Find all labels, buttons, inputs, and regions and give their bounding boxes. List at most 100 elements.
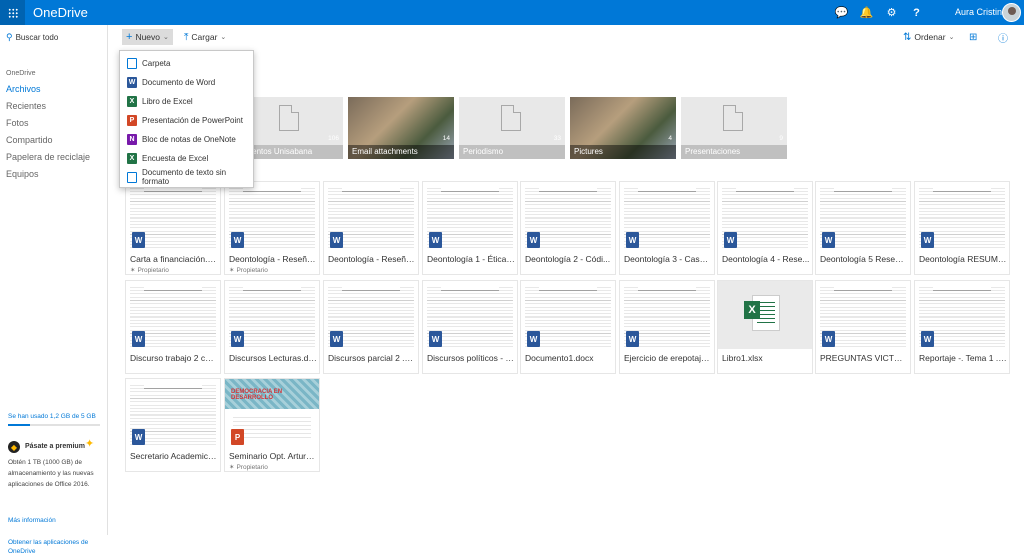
thumbnail-title: DEMOCRACIA EN DESARROLLO [231, 389, 283, 401]
folder-count: 4 [668, 135, 672, 142]
chevron-down-icon: ⌄ [948, 34, 955, 41]
file-name[interactable]: Secretario Academico ... [130, 451, 218, 461]
file-tile[interactable]: W Deontología 3 - Caso ... [619, 181, 715, 275]
menu-item-word[interactable]: W Documento de Word [120, 73, 253, 91]
avatar[interactable] [1002, 3, 1021, 22]
command-bar: + Nuevo ⌄ ⤒ Cargar ⌄ ⇅ Ordenar ⌄ ⊞ ⓘ [109, 25, 1024, 47]
premium-more-link[interactable]: Más información [8, 517, 56, 524]
word-icon: W [626, 232, 639, 248]
file-name[interactable]: PREGUNTAS VICTORI... [820, 353, 908, 363]
word-icon: W [330, 232, 343, 248]
word-icon: W [132, 429, 145, 445]
word-icon: W [330, 331, 343, 347]
sidebar-item-papelera[interactable]: Papelera de reciclaje [6, 152, 90, 162]
get-apps-link[interactable]: Obtener las aplicaciones de OneDrive [8, 538, 106, 556]
folder-count: 9 [779, 135, 783, 142]
file-tile[interactable]: W Deontología 2 - Códi... [520, 181, 616, 275]
file-tile[interactable]: W Carta a financiación.d... ✶ Propietario [125, 181, 221, 275]
storage-quota-bar [8, 424, 100, 426]
file-tile[interactable]: W Secretario Academico ... [125, 378, 221, 472]
owner-text: Propietario [137, 266, 169, 274]
new-dropdown-menu: Carpeta W Documento de Word X Libro de Excel… [119, 50, 254, 188]
chat-icon[interactable]: 💬 [829, 0, 854, 25]
sidebar-item-compartido[interactable]: Compartido [6, 135, 53, 145]
sidebar-item-equipos[interactable]: Equipos [6, 169, 39, 179]
search-box[interactable]: ⚲ Buscar todo [6, 32, 58, 43]
gear-icon[interactable]: ⚙ [879, 0, 904, 25]
folder-tile[interactable]: 33 Periodismo [459, 97, 565, 159]
file-tile[interactable]: W Deontología 5 Reseña... [815, 181, 911, 275]
file-tile[interactable]: W Discursos Lecturas.docx [224, 280, 320, 374]
file-name[interactable]: Reportaje -. Tema 1 .d... [919, 353, 1007, 363]
storage-quota-fill [8, 424, 31, 426]
menu-item-excel[interactable]: X Libro de Excel [120, 92, 253, 110]
file-tile[interactable]: W Discursos políticos - P... [422, 280, 518, 374]
file-name[interactable]: Deontología 3 - Caso ... [624, 254, 712, 264]
file-tile[interactable]: W Deontología 1 - Ética ... [422, 181, 518, 275]
owner-icon: ✶ [229, 464, 235, 471]
file-name[interactable]: Deontología 2 - Códi... [525, 254, 613, 264]
help-icon[interactable]: ? [904, 0, 929, 25]
excel-survey-icon: X [127, 152, 137, 164]
upload-button[interactable]: ⤒ Cargar ⌄ [180, 29, 230, 45]
file-tile[interactable]: W Deontología RESUME... [914, 181, 1010, 275]
file-name[interactable]: Deontología - Reseña... [229, 254, 317, 264]
owner-label: ✶ Propietario [229, 266, 268, 275]
word-icon: W [822, 232, 835, 248]
file-name[interactable]: Carta a financiación.d... [130, 254, 218, 264]
file-tile[interactable]: X Libro1.xlsx [717, 280, 813, 374]
bell-icon[interactable]: 🔔 [854, 0, 879, 25]
app-title[interactable]: OneDrive [33, 5, 88, 20]
file-tile[interactable]: DEMOCRACIA EN DESARROLLO P Seminario Opt. … [224, 378, 320, 472]
file-name[interactable]: Discursos parcial 2 .d... [328, 353, 416, 363]
file-tile[interactable]: W Deontología - Reseña... ✶ Propietario [224, 181, 320, 275]
file-tile[interactable]: W Ejercicio de erepotaje... [619, 280, 715, 374]
sidebar-item-archivos[interactable]: Archivos [6, 84, 41, 94]
user-name[interactable]: Aura Cristina [955, 7, 1007, 17]
folder-icon [501, 104, 522, 131]
app-launcher-icon[interactable] [0, 0, 25, 25]
file-name[interactable]: Discursos Lecturas.docx [229, 353, 317, 363]
menu-item-onenote[interactable]: N Bloc de notas de OneNote [120, 130, 253, 148]
file-tile[interactable]: W Discursos parcial 2 .d... [323, 280, 419, 374]
premium-title[interactable]: Pásate a premium [25, 443, 85, 450]
file-tile[interactable]: W Documento1.docx [520, 280, 616, 374]
word-icon: W [626, 331, 639, 347]
folder-tile[interactable]: 4 Pictures [570, 97, 676, 159]
file-name[interactable]: Seminario Opt. Arturo... [229, 451, 317, 461]
menu-item-folder-outline[interactable]: Carpeta [120, 54, 253, 72]
word-icon: W [527, 331, 540, 347]
file-name[interactable]: Documento1.docx [525, 353, 613, 363]
sidebar-item-recientes[interactable]: Recientes [6, 101, 46, 111]
menu-item-excel-survey[interactable]: X Encuesta de Excel [120, 149, 253, 167]
folder-count: 106 [328, 135, 339, 142]
file-tile[interactable]: W Discurso trabajo 2 cor... [125, 280, 221, 374]
file-name[interactable]: Deontología 1 - Ética ... [427, 254, 515, 264]
info-icon[interactable]: ⓘ [994, 29, 1012, 45]
word-icon: W [921, 232, 934, 248]
new-button[interactable]: + Nuevo ⌄ [122, 29, 173, 45]
menu-item-text-file[interactable]: Documento de texto sin formato [120, 168, 253, 186]
sort-button[interactable]: ⇅ Ordenar ⌄ [899, 29, 958, 45]
storage-quota-text[interactable]: Se han usado 1,2 GB de 5 GB [8, 413, 96, 420]
file-name[interactable]: Deontología - Reseña... [328, 254, 416, 264]
file-name[interactable]: Discursos políticos - P... [427, 353, 515, 363]
file-name[interactable]: Libro1.xlsx [722, 353, 810, 363]
file-name[interactable]: Deontología 5 Reseña... [820, 254, 908, 264]
tile-view-icon[interactable]: ⊞ [965, 29, 981, 45]
file-tile[interactable]: W Deontología 4 - Rese... [717, 181, 813, 275]
file-name[interactable]: Deontología RESUME... [919, 254, 1007, 264]
file-tile[interactable]: W PREGUNTAS VICTORI... [815, 280, 911, 374]
folder-tile[interactable]: 14 Email attachments [348, 97, 454, 159]
file-name[interactable]: Deontología 4 - Rese... [722, 254, 810, 264]
folder-icon [723, 104, 744, 131]
file-name[interactable]: Ejercicio de erepotaje... [624, 353, 712, 363]
menu-item-powerpoint[interactable]: P Presentación de PowerPoint [120, 111, 253, 129]
sidebar-item-fotos[interactable]: Fotos [6, 118, 29, 128]
file-thumbnail: X [718, 281, 812, 349]
text-file-icon [127, 171, 137, 183]
file-name[interactable]: Discurso trabajo 2 cor... [130, 353, 218, 363]
folder-tile[interactable]: 9 Presentaciones [681, 97, 787, 159]
file-tile[interactable]: W Deontología - Reseña... [323, 181, 419, 275]
file-tile[interactable]: W Reportaje -. Tema 1 .d... [914, 280, 1010, 374]
